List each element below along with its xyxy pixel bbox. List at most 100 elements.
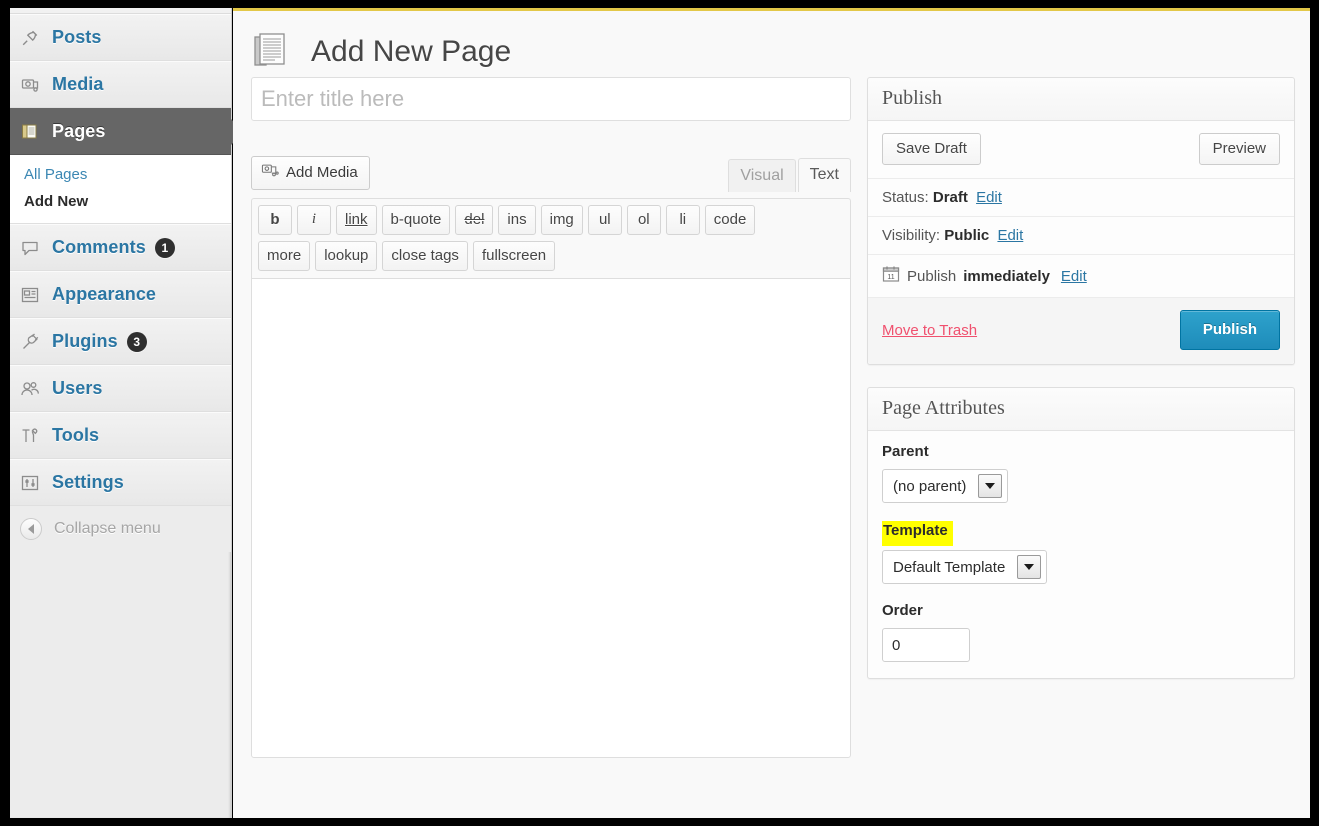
add-media-label: Add Media bbox=[286, 164, 358, 181]
quicktags-toolbar: b i link b-quote del ins img ul ol li co… bbox=[251, 198, 851, 278]
schedule-row: 11 Publish immediately Edit bbox=[868, 255, 1294, 298]
pages-icon bbox=[20, 122, 40, 142]
sidebar-item-users[interactable]: Users bbox=[10, 365, 231, 412]
schedule-edit-link[interactable]: Edit bbox=[1061, 268, 1087, 285]
publish-button[interactable]: Publish bbox=[1179, 310, 1280, 350]
qt-button-li[interactable]: li bbox=[665, 205, 700, 235]
pin-icon bbox=[20, 28, 40, 48]
parent-label: Parent bbox=[882, 443, 929, 460]
sidebar-item-label: Appearance bbox=[52, 284, 157, 304]
qt-button-bold[interactable]: b bbox=[258, 205, 292, 235]
qt-button-italic[interactable]: i bbox=[297, 205, 331, 235]
sidebar-item-label: Users bbox=[52, 378, 103, 398]
settings-icon bbox=[20, 473, 40, 493]
sidebar-item-tools[interactable]: Tools bbox=[10, 412, 231, 459]
sidebar-subitem-all-pages[interactable]: All Pages bbox=[10, 161, 231, 188]
parent-select-value: (no parent) bbox=[893, 477, 967, 495]
page-attributes-metabox: Page Attributes Parent (no parent) Templ… bbox=[867, 387, 1295, 679]
svg-text:11: 11 bbox=[887, 274, 894, 281]
sidebar-item-label: Comments bbox=[52, 237, 146, 257]
publish-metabox-title: Publish bbox=[868, 78, 1294, 121]
sidebar-item-comments[interactable]: Comments 1 bbox=[10, 224, 231, 271]
schedule-label: Publish bbox=[907, 267, 957, 285]
sidebar-item-label: Media bbox=[52, 74, 104, 94]
order-input[interactable] bbox=[882, 628, 970, 662]
order-label: Order bbox=[882, 602, 923, 619]
editor-column: Add Media Visual Text b i link b-quote bbox=[251, 77, 851, 758]
qt-button-fullscreen[interactable]: fullscreen bbox=[472, 241, 556, 271]
collapse-arrow-icon bbox=[20, 518, 42, 540]
sidebar-item-plugins[interactable]: Plugins 3 bbox=[10, 318, 231, 365]
media-buttons: Add Media bbox=[251, 156, 370, 190]
chevron-down-icon bbox=[1017, 555, 1042, 579]
qt-button-ul[interactable]: ul bbox=[587, 205, 622, 235]
sidebar-subitem-add-new[interactable]: Add New bbox=[10, 188, 231, 215]
calendar-icon: 11 bbox=[882, 265, 900, 287]
sidebar-submenu-pages: All Pages Add New bbox=[10, 155, 231, 224]
plugins-count-badge: 3 bbox=[126, 331, 147, 352]
users-icon bbox=[20, 379, 40, 399]
qt-button-link[interactable]: link bbox=[336, 205, 377, 235]
status-label: Status: bbox=[882, 189, 929, 206]
quicktags-row-1: b i link b-quote del ins img ul ol li co… bbox=[258, 205, 845, 235]
qt-button-del[interactable]: del bbox=[455, 205, 494, 235]
sidebar-item-label: Posts bbox=[52, 27, 102, 47]
status-value: Draft bbox=[932, 189, 968, 206]
sidebar-item-label: Tools bbox=[52, 425, 100, 445]
visibility-value: Public bbox=[944, 227, 990, 244]
qt-button-ins[interactable]: ins bbox=[498, 205, 536, 235]
qt-button-more[interactable]: more bbox=[258, 241, 311, 271]
visibility-row: Visibility: Public Edit bbox=[868, 217, 1294, 255]
sidebar-item-media[interactable]: Media bbox=[10, 61, 231, 108]
visibility-label: Visibility: bbox=[882, 227, 941, 244]
page-document-icon bbox=[251, 28, 295, 77]
post-title-input[interactable] bbox=[251, 77, 851, 121]
screen-root: Posts Media Pages All Pages Add New Comm… bbox=[0, 0, 1319, 826]
preview-button[interactable]: Preview bbox=[1198, 133, 1280, 165]
schedule-value: immediately bbox=[963, 267, 1050, 285]
editor-mode-tabs: Visual Text bbox=[726, 158, 851, 192]
tab-visual[interactable]: Visual bbox=[728, 159, 796, 192]
main-content-area: Add New Page Add Media bbox=[233, 8, 1310, 818]
qt-button-b-quote[interactable]: b-quote bbox=[381, 205, 451, 235]
tools-icon bbox=[20, 426, 40, 446]
tab-text[interactable]: Text bbox=[797, 158, 851, 192]
move-to-trash-link[interactable]: Move to Trash bbox=[882, 322, 977, 339]
post-content-textarea[interactable] bbox=[251, 278, 851, 758]
comment-icon bbox=[20, 238, 40, 258]
status-edit-link[interactable]: Edit bbox=[976, 189, 1002, 206]
sidebar-item-label: Settings bbox=[52, 472, 124, 492]
sidebar-item-settings[interactable]: Settings bbox=[10, 459, 231, 506]
visibility-edit-link[interactable]: Edit bbox=[997, 227, 1023, 244]
chevron-down-icon bbox=[978, 474, 1003, 498]
sidebar-item-label: Pages bbox=[52, 121, 106, 141]
collapse-menu-label: Collapse menu bbox=[54, 520, 161, 537]
save-draft-button[interactable]: Save Draft bbox=[882, 133, 981, 165]
camera-icon bbox=[20, 75, 40, 95]
template-select-value: Default Template bbox=[893, 558, 1006, 576]
collapse-menu-button[interactable]: Collapse menu bbox=[10, 506, 231, 552]
sidebar-item-appearance[interactable]: Appearance bbox=[10, 271, 231, 318]
sidebar-metaboxes: Publish Save Draft Preview Status: Draft… bbox=[867, 77, 1295, 701]
sidebar-item-pages[interactable]: Pages bbox=[10, 108, 244, 155]
add-media-button[interactable]: Add Media bbox=[251, 156, 370, 190]
qt-button-lookup[interactable]: lookup bbox=[315, 241, 378, 271]
template-select[interactable]: Default Template bbox=[882, 550, 1048, 584]
qt-button-code[interactable]: code bbox=[704, 205, 756, 235]
qt-button-close-tags[interactable]: close tags bbox=[382, 241, 468, 271]
page-title: Add New Page bbox=[311, 35, 512, 68]
qt-button-ol[interactable]: ol bbox=[626, 205, 661, 235]
admin-sidebar: Posts Media Pages All Pages Add New Comm… bbox=[10, 8, 244, 818]
page-header: Add New Page bbox=[233, 11, 1310, 77]
plug-icon bbox=[20, 332, 40, 352]
quicktags-row-2: more lookup close tags fullscreen bbox=[258, 241, 845, 271]
appearance-icon bbox=[20, 285, 40, 305]
qt-button-img[interactable]: img bbox=[540, 205, 583, 235]
parent-select[interactable]: (no parent) bbox=[882, 469, 1009, 503]
media-camera-icon bbox=[261, 162, 279, 184]
template-label: Template bbox=[882, 521, 953, 541]
sidebar-item-posts[interactable]: Posts bbox=[10, 14, 231, 61]
comments-count-badge: 1 bbox=[154, 237, 175, 258]
sidebar-item-label: Plugins bbox=[52, 331, 118, 351]
page-attributes-title: Page Attributes bbox=[868, 388, 1294, 431]
